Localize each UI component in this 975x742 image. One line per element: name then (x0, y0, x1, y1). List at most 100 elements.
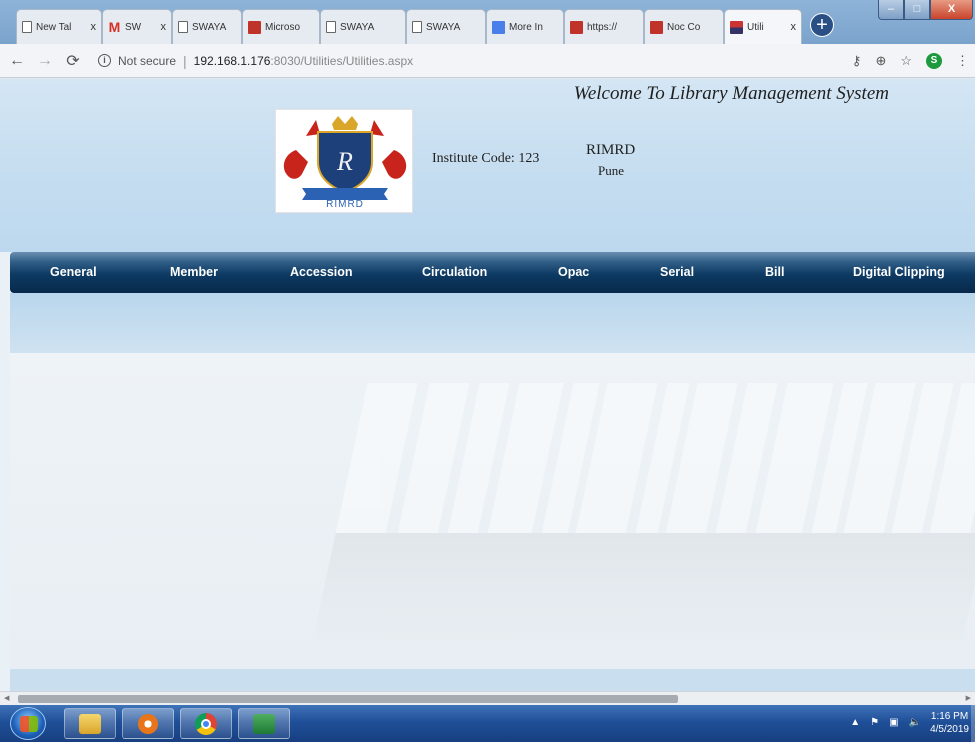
institute-city: Pune (598, 163, 624, 178)
taskbar-clock[interactable]: 1:16 PM 4/5/2019 (930, 710, 969, 736)
url-host: 192.168.1.176 (193, 53, 271, 68)
menu-item-member[interactable]: Member (170, 252, 218, 293)
clock-date: 4/5/2019 (930, 724, 969, 735)
key-icon[interactable]: ⚷ (852, 53, 862, 69)
browser-toolbar: ⚷ ⊕ ☆ S ⋮ (852, 44, 969, 78)
browser-tab[interactable]: M SW x (102, 9, 172, 44)
document-icon (326, 21, 336, 33)
maximize-button[interactable]: □ (904, 0, 930, 20)
welcome-title: Welcome To Library Management System (573, 83, 889, 104)
horizontal-scrollbar[interactable]: ◀ ▶ (0, 691, 975, 705)
windows-logo-icon (20, 716, 38, 732)
browser-tab-active[interactable]: Utili x (724, 9, 802, 44)
scroll-left-icon[interactable]: ◀ (4, 692, 9, 705)
app-red-icon (248, 20, 261, 34)
browser-tab[interactable]: New Tal x (16, 9, 102, 44)
url-path: :8030/Utilities/Utilities.aspx (270, 53, 414, 68)
tab-title: Utili (747, 21, 764, 33)
menu-item-serial[interactable]: Serial (660, 252, 694, 293)
clock-time: 1:16 PM (930, 711, 969, 722)
gmail-icon: M (108, 19, 121, 35)
volume-icon[interactable]: 🔈 (909, 717, 921, 728)
main-menu-bar: General Member Accession Circulation Opa… (10, 252, 975, 293)
forward-arrow-icon[interactable]: → (34, 52, 56, 70)
info-icon[interactable]: i (98, 54, 111, 67)
network-icon[interactable]: ▣ (889, 717, 898, 728)
address-separator: | (183, 52, 187, 69)
crest-icon: R RIMRD (283, 116, 407, 210)
browser-tab[interactable]: SWAYA (406, 9, 486, 44)
action-center-flag-icon[interactable]: ⚑ (870, 717, 879, 728)
content-area (10, 353, 975, 669)
tab-title: SW (125, 21, 142, 33)
tab-title: New Tal (36, 21, 72, 33)
url-input[interactable]: 192.168.1.176:8030/Utilities/Utilities.a… (194, 52, 413, 70)
logo-caption: RIMRD (326, 199, 364, 210)
windows-taskbar: ▲ ⚑ ▣ 🔈 1:16 PM 4/5/2019 (0, 705, 975, 742)
menu-kebab-icon[interactable]: ⋮ (956, 53, 969, 69)
show-desktop-button[interactable] (971, 705, 975, 742)
minimize-button[interactable]: – (878, 0, 904, 20)
menu-item-general[interactable]: General (50, 252, 97, 293)
chrome-icon (195, 712, 217, 735)
media-player-icon (138, 713, 158, 734)
back-arrow-icon[interactable]: ← (6, 52, 28, 70)
document-icon (178, 21, 188, 33)
app-red-icon (650, 20, 663, 34)
tab-close-icon[interactable]: x (91, 21, 97, 33)
menu-item-accession[interactable]: Accession (290, 252, 353, 293)
institute-logo: R RIMRD (275, 109, 413, 213)
tab-title: https:// (587, 21, 618, 33)
security-status[interactable]: Not secure (118, 54, 176, 68)
taskbar-app-excel[interactable] (238, 708, 290, 739)
system-tray: ▲ ⚑ ▣ 🔈 (850, 717, 921, 728)
browser-tab[interactable]: More In (486, 9, 564, 44)
browser-tab-strip: New Tal x M SW x SWAYA Microso SWAYA SWA… (0, 0, 975, 44)
address-bar: ← → ⟳ i Not secure | 192.168.1.176:8030/… (0, 44, 975, 78)
new-tab-button[interactable]: + (810, 13, 834, 37)
submenu-band (10, 293, 975, 353)
taskbar-app-media[interactable] (122, 708, 174, 739)
tab-title: Microso (265, 21, 301, 33)
flag-icon (730, 20, 743, 34)
browser-tab[interactable]: Microso (242, 9, 320, 44)
taskbar-app-chrome[interactable] (180, 708, 232, 739)
menu-item-digital-clipping[interactable]: Digital Clipping (853, 252, 945, 293)
tab-title: SWAYA (340, 21, 375, 33)
page-header: Welcome To Library Management System R R… (0, 79, 975, 252)
excel-icon (253, 713, 275, 734)
folder-icon (79, 713, 101, 734)
app-red-icon (570, 20, 583, 34)
tab-title: Noc Co (667, 21, 701, 33)
logo-monogram: R (336, 147, 353, 176)
start-button[interactable] (10, 707, 46, 740)
window-close-button[interactable]: X (930, 0, 973, 20)
page-icon (22, 21, 32, 33)
menu-item-opac[interactable]: Opac (558, 252, 589, 293)
forms-icon (492, 20, 505, 34)
menu-item-bill[interactable]: Bill (765, 252, 784, 293)
zoom-icon[interactable]: ⊕ (875, 53, 886, 69)
browser-tab[interactable]: Noc Co (644, 9, 724, 44)
tab-close-icon[interactable]: x (791, 21, 797, 33)
tab-close-icon[interactable]: x (161, 21, 167, 33)
footer-band (10, 669, 975, 691)
profile-avatar[interactable]: S (926, 53, 942, 69)
document-icon (412, 21, 422, 33)
scroll-right-icon[interactable]: ▶ (966, 692, 971, 705)
browser-tab[interactable]: SWAYA (320, 9, 406, 44)
browser-tab[interactable]: SWAYA (172, 9, 242, 44)
tab-title: More In (509, 21, 543, 33)
tab-title: SWAYA (426, 21, 461, 33)
institute-code: Institute Code: 123 (432, 151, 540, 166)
bookmark-star-icon[interactable]: ☆ (900, 53, 912, 69)
institute-name: RIMRD (586, 142, 636, 158)
taskbar-app-explorer[interactable] (64, 708, 116, 739)
reload-icon[interactable]: ⟳ (62, 51, 84, 71)
browser-tab[interactable]: https:// (564, 9, 644, 44)
scrollbar-thumb[interactable] (18, 695, 678, 703)
library-page: Welcome To Library Management System R R… (0, 79, 975, 691)
menu-item-circulation[interactable]: Circulation (422, 252, 487, 293)
tray-expand-icon[interactable]: ▲ (850, 717, 860, 728)
barcode-watermark-icon (310, 383, 975, 653)
